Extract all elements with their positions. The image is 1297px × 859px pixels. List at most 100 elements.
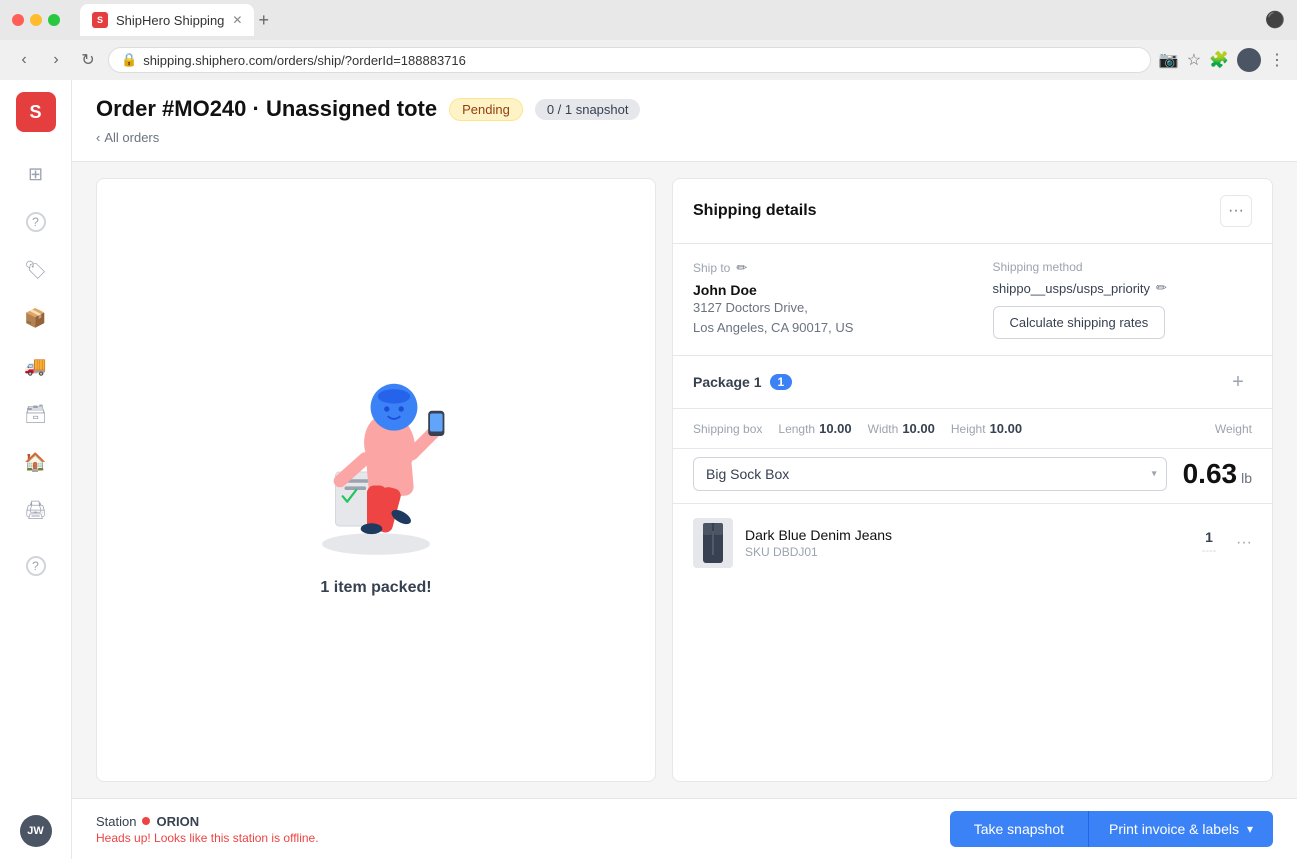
add-package-button[interactable]: + [1224, 368, 1252, 396]
ship-to-label: Ship to [693, 261, 730, 275]
help-circle-icon: ? [26, 212, 46, 232]
user-avatar-sidebar[interactable]: JW [20, 815, 52, 847]
minimize-dot[interactable] [30, 14, 42, 26]
content-area: 1 item packed! Shipping details ··· Ship… [72, 162, 1297, 798]
shipping-method-value: shippo__usps/usps_priority ✏ [993, 280, 1253, 296]
box-select-wrapper: Big Sock Box ▾ [693, 457, 1167, 491]
shipping-details-header: Shipping details ··· [673, 179, 1272, 244]
product-info: Dark Blue Denim Jeans SKU DBDJ01 [745, 527, 1182, 559]
weight-number: 0.63 [1183, 458, 1238, 490]
packed-text: 1 item packed! [320, 579, 431, 597]
dashboard-icon: ⊞ [28, 164, 43, 185]
chevron-left-icon: ‹ [96, 130, 100, 145]
package-header: Package 1 1 + [673, 356, 1272, 409]
forward-button[interactable]: › [44, 48, 68, 72]
truck-icon: 🚚 [24, 356, 46, 377]
height-group: Height 10.00 [951, 421, 1022, 436]
plus-icon: + [1232, 371, 1244, 394]
product-quantity: 1 [1194, 529, 1224, 545]
shipping-method-block: Shipping method shippo__usps/usps_priori… [993, 260, 1253, 339]
footer: Station ORION Heads up! Looks like this … [72, 798, 1297, 859]
cast-icon[interactable]: 📷 [1159, 50, 1179, 70]
station-info: Station ORION Heads up! Looks like this … [96, 814, 319, 845]
bookmark-icon[interactable]: ☆ [1187, 50, 1201, 70]
url-text: shipping.shiphero.com/orders/ship/?order… [143, 53, 466, 68]
close-dot[interactable] [12, 14, 24, 26]
package-dimensions: Shipping box Length 10.00 Width 10.00 He… [673, 409, 1272, 449]
length-label: Length [778, 422, 815, 436]
calculate-rates-button[interactable]: Calculate shipping rates [993, 306, 1166, 339]
sidebar-item-dashboard[interactable]: ⊞ [14, 152, 58, 196]
box-select[interactable]: Big Sock Box [693, 457, 1167, 491]
sidebar-item-home[interactable]: 🏠 [14, 440, 58, 484]
sidebar-item-support[interactable]: ? [14, 544, 58, 588]
printer-icon: 🖨 [24, 500, 47, 521]
active-tab[interactable]: S ShipHero Shipping ✕ [80, 4, 254, 36]
browser-tabs: S ShipHero Shipping ✕ + [80, 4, 1257, 36]
sidebar-item-inventory[interactable]: 🗃 [14, 392, 58, 436]
tab-favicon: S [92, 12, 108, 28]
app-logo[interactable]: S [16, 92, 56, 132]
tab-title: ShipHero Shipping [116, 13, 224, 28]
product-thumbnail [693, 518, 733, 568]
back-link[interactable]: ‹ All orders [96, 130, 1273, 145]
tab-close-icon[interactable]: ✕ [232, 13, 242, 27]
shipping-details-title: Shipping details [693, 202, 817, 220]
height-value: 10.00 [990, 421, 1023, 436]
station-warning: Heads up! Looks like this station is off… [96, 831, 319, 845]
height-label: Height [951, 422, 986, 436]
home-icon: 🏠 [24, 452, 46, 473]
more-options-button[interactable]: ··· [1220, 195, 1252, 227]
edit-method-icon[interactable]: ✏ [1156, 280, 1167, 296]
sidebar-item-help[interactable]: ? [14, 200, 58, 244]
extensions-icon[interactable]: 🧩 [1209, 50, 1229, 70]
back-button[interactable]: ‹ [12, 48, 36, 72]
weight-group: Weight [1215, 422, 1252, 436]
dropdown-chevron-icon: ▾ [1247, 822, 1253, 836]
width-label: Width [868, 422, 899, 436]
weight-display: 0.63 lb [1183, 458, 1252, 490]
product-row: Dark Blue Denim Jeans SKU DBDJ01 1 ---- … [673, 504, 1272, 582]
shipping-box-label: Shipping box [693, 422, 762, 436]
main-content: Order #MO240 · Unassigned tote Pending 0… [72, 80, 1297, 859]
page-title: Order #MO240 · Unassigned tote [96, 96, 437, 122]
left-panel: 1 item packed! [96, 178, 656, 782]
edit-ship-to-icon[interactable]: ✏ [736, 260, 747, 276]
address-bar[interactable]: 🔒 shipping.shiphero.com/orders/ship/?ord… [108, 47, 1151, 73]
page-header: Order #MO240 · Unassigned tote Pending 0… [72, 80, 1297, 162]
station-name: ORION [156, 814, 199, 829]
package-count-badge: 1 [770, 374, 793, 390]
refresh-button[interactable]: ↻ [76, 48, 100, 72]
lock-icon: 🔒 [121, 52, 137, 68]
print-invoice-button[interactable]: Print invoice & labels ▾ [1088, 811, 1273, 847]
station-status-dot [142, 817, 150, 825]
maximize-dot[interactable] [48, 14, 60, 26]
length-group: Length 10.00 [778, 421, 851, 436]
browser-chrome: S ShipHero Shipping ✕ + ⚫ ‹ › ↻ 🔒 shippi… [0, 0, 1297, 80]
ship-to-block: Ship to ✏ John Doe 3127 Doctors Drive, L… [693, 260, 953, 339]
take-snapshot-button[interactable]: Take snapshot [950, 811, 1088, 847]
product-more-button[interactable]: ··· [1236, 534, 1252, 552]
station-label: Station [96, 814, 136, 829]
sidebar-item-shipping[interactable]: 🚚 [14, 344, 58, 388]
width-value: 10.00 [902, 421, 935, 436]
new-tab-button[interactable]: + [258, 10, 269, 31]
sidebar-item-tags[interactable]: 🏷 [14, 248, 58, 292]
product-qty-group: 1 ---- [1194, 529, 1224, 557]
product-sku: SKU DBDJ01 [745, 545, 1182, 559]
print-invoice-label: Print invoice & labels [1109, 821, 1239, 837]
support-icon: ? [26, 556, 46, 576]
footer-actions: Take snapshot Print invoice & labels ▾ [950, 811, 1273, 847]
package-title: Package 1 [693, 374, 762, 390]
box-icon: 📦 [24, 308, 46, 329]
sidebar-item-print[interactable]: 🖨 [14, 488, 58, 532]
app-container: S ⊞ ? 🏷 📦 🚚 🗃 🏠 🖨 ? JW [0, 80, 1297, 859]
browser-dots [12, 14, 60, 26]
window-controls-icon: ⚫ [1265, 10, 1285, 30]
sidebar-item-packages[interactable]: 📦 [14, 296, 58, 340]
user-avatar[interactable] [1237, 48, 1261, 72]
shipping-method-label: Shipping method [993, 260, 1083, 274]
menu-icon[interactable]: ⋮ [1269, 50, 1285, 70]
snapshot-badge: 0 / 1 snapshot [535, 99, 641, 120]
status-badge: Pending [449, 98, 523, 121]
